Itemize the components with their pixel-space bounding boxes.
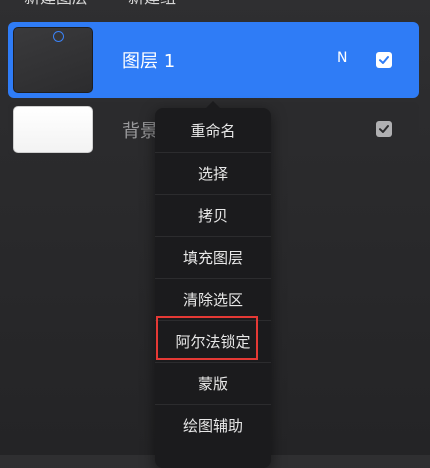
layer-context-menu: 重命名 选择 拷贝 填充图层 清除选区 阿尔法锁定 蒙版 绘图辅助 xyxy=(155,101,271,468)
menu-item-rename[interactable]: 重命名 xyxy=(155,110,271,152)
menu-item-drawing-assist[interactable]: 绘图辅助 xyxy=(155,404,271,447)
new-layer-button[interactable]: 新建图层 xyxy=(24,0,88,10)
menu-item-copy[interactable]: 拷贝 xyxy=(155,194,271,237)
menu-item-alpha-lock[interactable]: 阿尔法锁定 xyxy=(155,320,271,363)
checkmark-icon xyxy=(379,56,389,64)
thumbnail-dot xyxy=(53,31,64,42)
layers-panel-header: 新建图层 新建组 xyxy=(0,0,430,10)
new-group-button[interactable]: 新建组 xyxy=(128,0,176,10)
menu-item-mask[interactable]: 蒙版 xyxy=(155,362,271,405)
menu-item-select[interactable]: 选择 xyxy=(155,152,271,195)
layer-row-1[interactable]: 图层 1 N xyxy=(8,22,419,98)
layer-name: 背景 xyxy=(122,121,158,142)
layer-name: 图层 1 xyxy=(122,51,176,72)
checkmark-icon xyxy=(379,125,389,133)
layer-thumbnail xyxy=(13,27,93,93)
blend-mode-button[interactable]: N xyxy=(337,50,347,66)
background-thumbnail xyxy=(13,106,93,153)
background-visibility-checkbox[interactable] xyxy=(376,121,392,137)
menu-item-fill-layer[interactable]: 填充图层 xyxy=(155,236,271,279)
layer-visibility-checkbox[interactable] xyxy=(376,52,392,68)
menu-item-clear-selection[interactable]: 清除选区 xyxy=(155,278,271,321)
